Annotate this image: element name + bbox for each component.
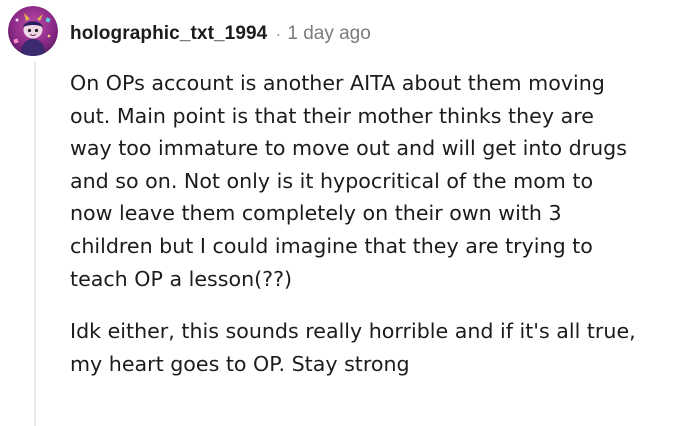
timestamp-link[interactable]: 1 day ago xyxy=(287,23,370,45)
avatar[interactable] xyxy=(8,6,58,56)
comment-line: teach OP a lesson(??) xyxy=(70,266,293,291)
comment-paragraph: On OPs account is another AITA about the… xyxy=(70,67,698,295)
comment-line: children but I could imagine that they a… xyxy=(70,233,593,258)
comment-line: and so on. Not only is it hypocritical o… xyxy=(70,168,594,193)
comment-line: out. Main point is that their mother thi… xyxy=(70,103,594,128)
comment-line: On OPs account is another AITA about the… xyxy=(70,71,605,95)
snoo-avatar-icon xyxy=(8,6,58,56)
comment-body: On OPs account is another AITA about the… xyxy=(70,67,698,380)
comment-line: Idk either, this sounds really horrible … xyxy=(70,319,636,344)
comment-line: way too immature to move out and will ge… xyxy=(70,136,627,161)
username-link[interactable]: holographic_txt_1994 xyxy=(70,23,267,45)
comment: holographic_txt_1994 · 1 day ago On OPs … xyxy=(0,0,700,426)
comment-meta: holographic_txt_1994 · 1 day ago xyxy=(70,19,371,49)
thread-line[interactable] xyxy=(34,62,36,426)
comment-line: my heart goes to OP. Stay strong xyxy=(70,351,410,376)
comment-paragraph: Idk either, this sounds really horrible … xyxy=(70,315,698,380)
meta-separator: · xyxy=(275,23,282,44)
comment-line: now leave them completely on their own w… xyxy=(70,201,562,226)
